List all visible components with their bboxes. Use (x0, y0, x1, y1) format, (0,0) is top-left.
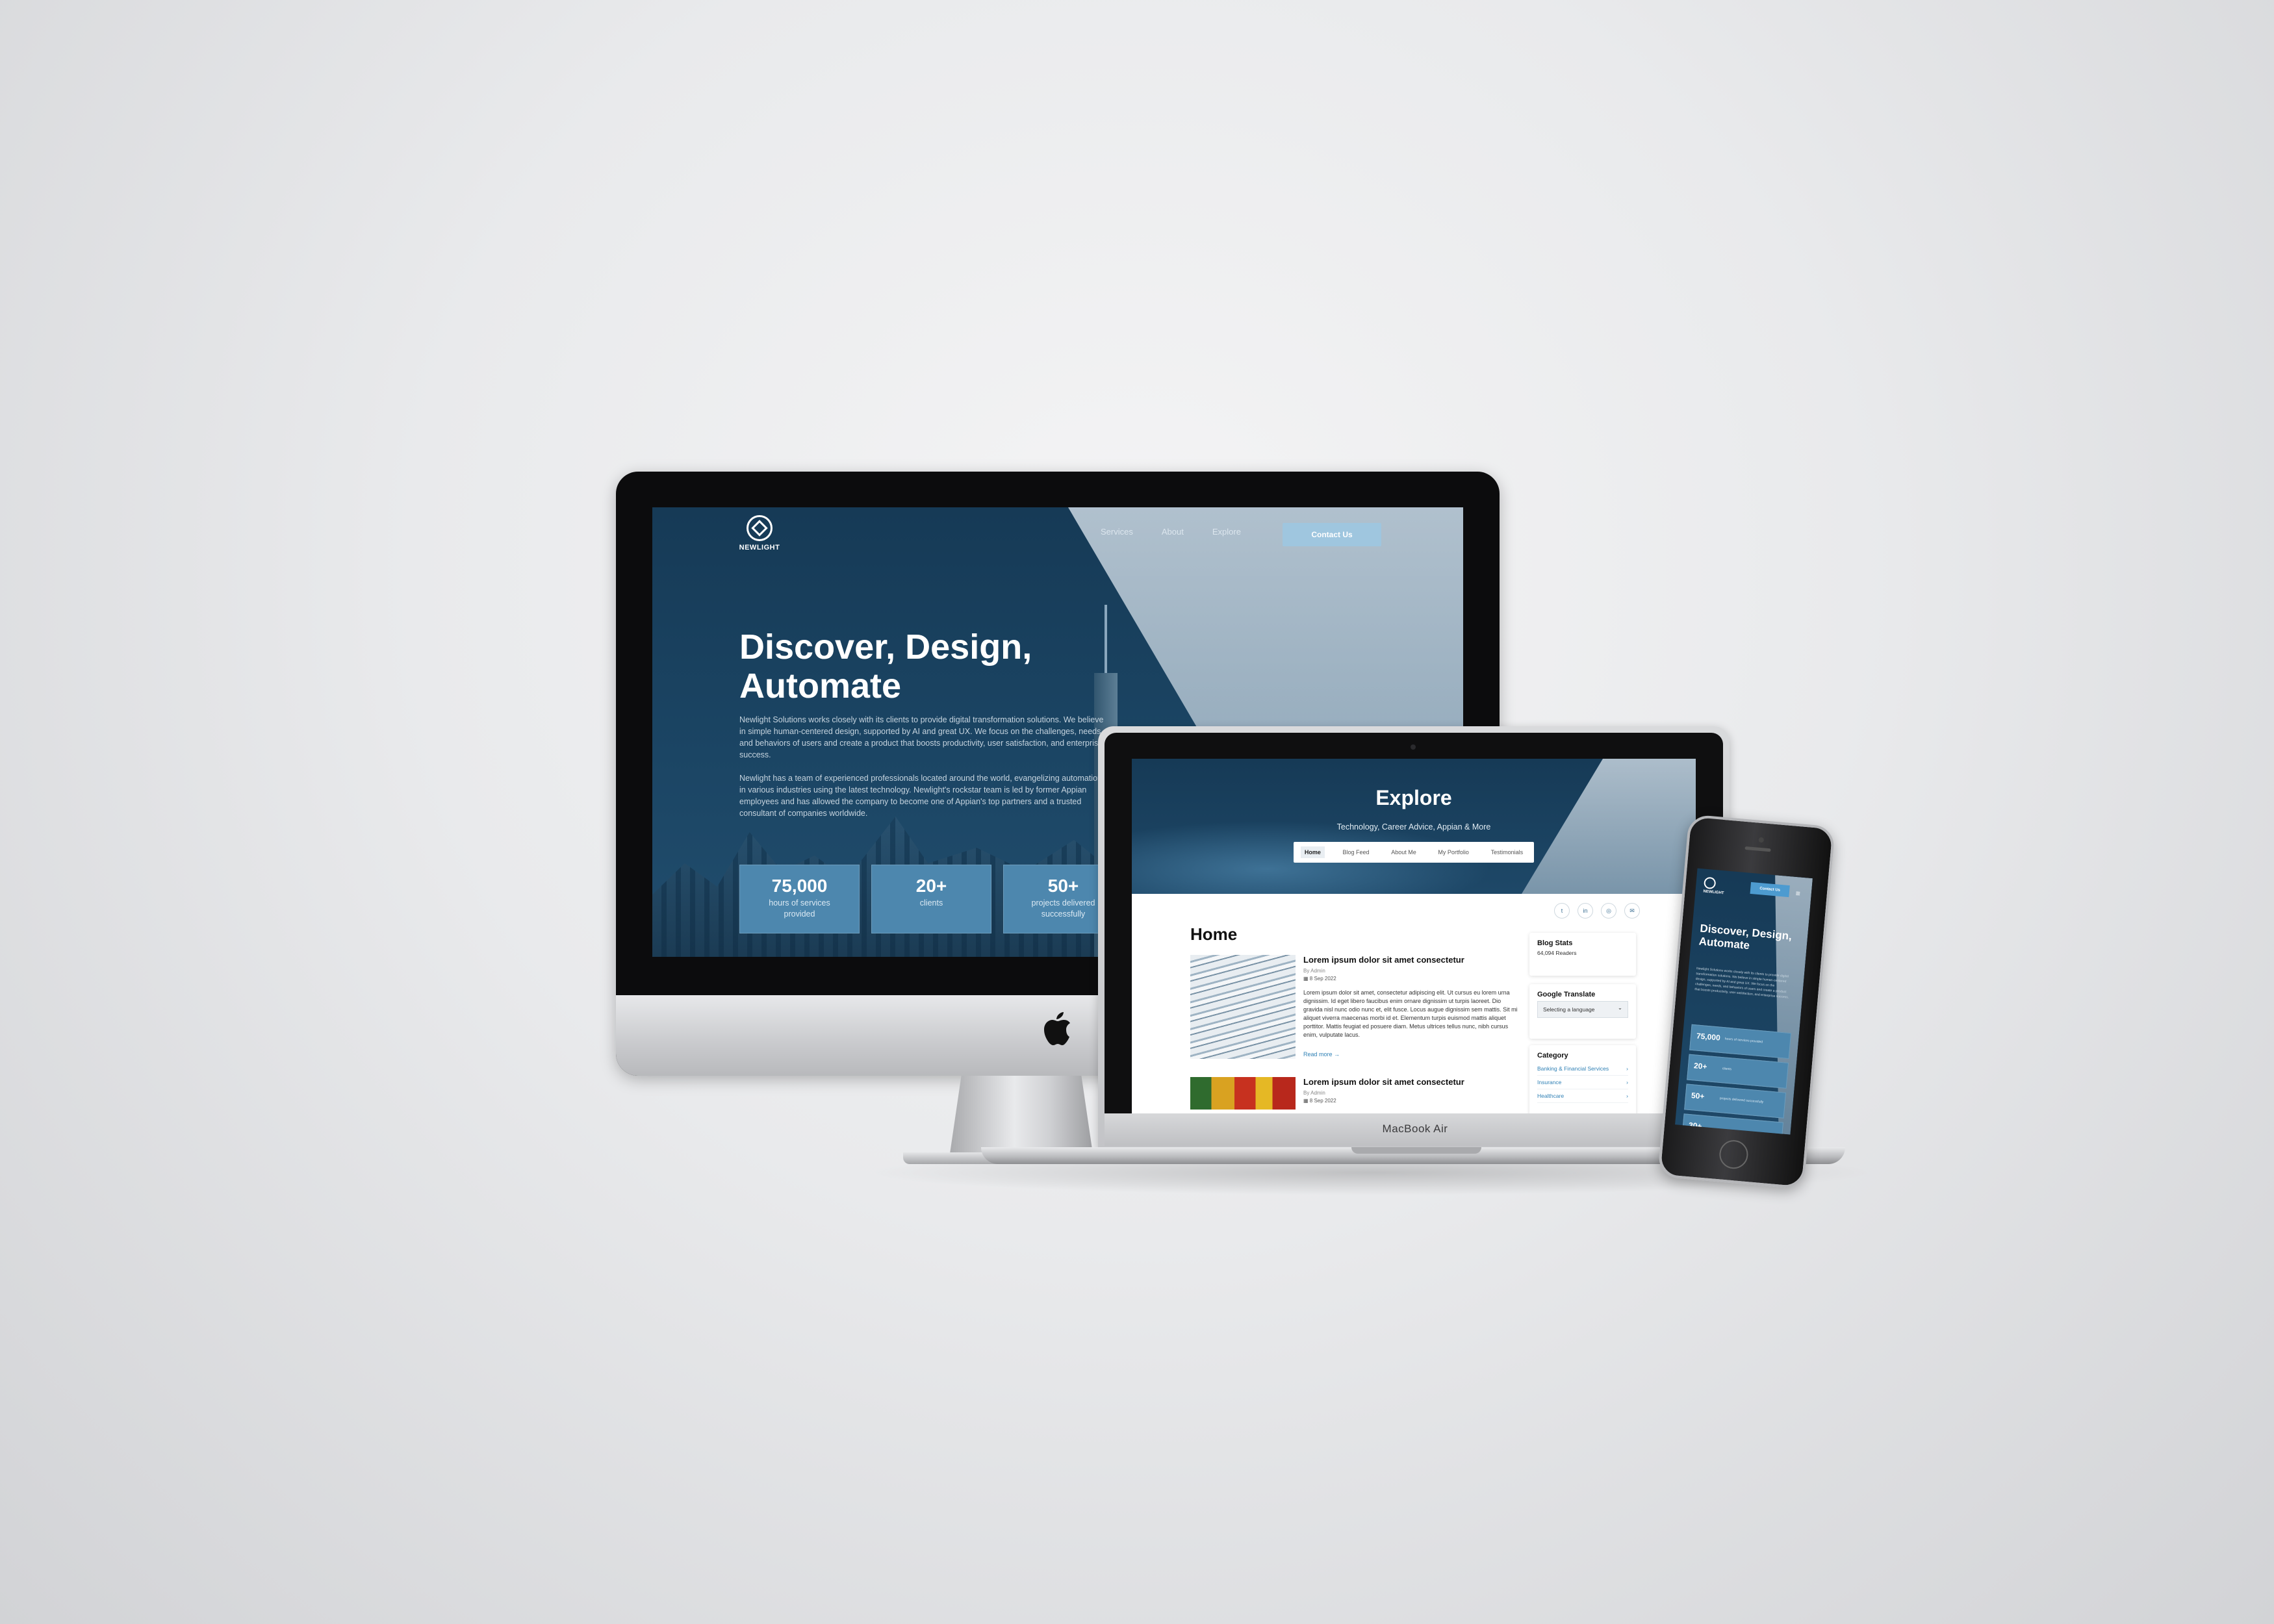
nav-explore[interactable]: Explore (1212, 527, 1241, 537)
post-date: ▦ 8 Sep 2022 (1303, 1098, 1336, 1104)
macbook-camera (1411, 744, 1416, 750)
google-translate-title: Google Translate (1537, 991, 1596, 998)
stat-number: 30+ (1688, 1121, 1702, 1131)
main-nav: Services About Explore (1101, 527, 1241, 537)
stat-label: clients (919, 898, 943, 907)
post-date: ▦ 8 Sep 2022 (1303, 976, 1336, 982)
tab-testimonials[interactable]: Testimonials (1487, 846, 1527, 858)
post-date-text: 8 Sep 2022 (1309, 1098, 1336, 1104)
stat-label: hours of services provided (1724, 1037, 1763, 1045)
iphone-screen: NEWLIGHT Contact Us ≡ Discover, Design, … (1675, 868, 1813, 1135)
hamburger-menu-icon[interactable]: ≡ (1795, 889, 1800, 898)
post-author: By Admin (1303, 968, 1325, 974)
stat-number: 75,000 (771, 876, 828, 896)
newlight-logo[interactable]: NEWLIGHT (737, 515, 782, 552)
stat-card: 75,000 hours of services provided (1689, 1024, 1792, 1059)
category-title: Category (1537, 1052, 1568, 1059)
stat-label: clients (1722, 1067, 1732, 1072)
category-item[interactable]: Insurance › (1537, 1076, 1628, 1089)
imac-stand (950, 1076, 1093, 1154)
twitter-icon[interactable]: t (1554, 903, 1570, 919)
language-select[interactable]: Selecting a language (1537, 1000, 1628, 1018)
apple-logo-icon (1044, 1012, 1070, 1045)
email-icon[interactable]: ✉ (1624, 903, 1640, 919)
stat-number: 50+ (1691, 1091, 1706, 1101)
category-label: Insurance (1537, 1079, 1562, 1085)
stat-label: projects delivered successfully (1719, 1096, 1764, 1104)
chevron-right-icon: › (1626, 1093, 1628, 1099)
nav-services[interactable]: Services (1101, 527, 1133, 537)
post-title[interactable]: Lorem ipsum dolor sit amet consectetur (1303, 1077, 1518, 1087)
post-date-text: 8 Sep 2022 (1309, 976, 1336, 982)
iphone-speaker (1744, 846, 1771, 852)
post-thumbnail-fruit[interactable] (1190, 1077, 1296, 1110)
category-card: Category Banking & Financial Services › I… (1529, 1045, 1636, 1113)
logo-text: NEWLIGHT (739, 544, 780, 552)
stat-card: 20+ clients (1687, 1054, 1789, 1089)
blog-stats-title: Blog Stats (1537, 939, 1573, 947)
stat-number: 20+ (1693, 1061, 1708, 1072)
stat-number: 20+ (915, 876, 947, 896)
stat-number: 75,000 (1696, 1031, 1721, 1043)
hero-paragraph-2: Newlight has a team of experienced profe… (739, 774, 1102, 818)
stat-card-clients: 20+ clients (871, 865, 991, 933)
newlight-logo-icon (1703, 876, 1717, 890)
read-more-link[interactable]: Read more → (1303, 1051, 1340, 1058)
blog-stats-value: 64,094 Readers (1537, 950, 1577, 956)
post-author: By Admin (1303, 1090, 1325, 1096)
macbook-notch (1351, 1147, 1481, 1154)
contact-us-button[interactable]: Contact Us (1283, 523, 1381, 546)
tab-home[interactable]: Home (1300, 846, 1325, 858)
category-label: Banking & Financial Services (1537, 1065, 1609, 1072)
logo-text: NEWLIGHT (1703, 889, 1724, 896)
macbook-screen: Explore Technology, Career Advice, Appia… (1132, 759, 1696, 1113)
category-item[interactable]: Banking & Financial Services › (1537, 1062, 1628, 1076)
iphone-frame: NEWLIGHT Contact Us ≡ Discover, Design, … (1657, 814, 1835, 1189)
chevron-right-icon: › (1626, 1065, 1628, 1072)
newlight-logo-icon (747, 515, 773, 541)
stat-card: 50+ projects delivered successfully (1684, 1084, 1787, 1119)
category-item[interactable]: Healthcare › (1537, 1089, 1628, 1103)
social-links: t in ◎ ✉ (1554, 903, 1640, 919)
iphone-home-button[interactable] (1718, 1139, 1750, 1171)
nav-about[interactable]: About (1162, 527, 1184, 537)
contact-us-button[interactable]: Contact Us (1750, 882, 1790, 898)
explore-hero: Explore Technology, Career Advice, Appia… (1132, 759, 1696, 894)
section-title: Home (1190, 924, 1238, 944)
tab-about-me[interactable]: About Me (1387, 846, 1420, 858)
blog-stats-card: Blog Stats 64,094 Readers (1529, 933, 1636, 976)
tower-spire (1105, 605, 1107, 676)
instagram-icon[interactable]: ◎ (1601, 903, 1616, 919)
iphone-camera (1758, 837, 1765, 843)
category-label: Healthcare (1537, 1093, 1565, 1099)
post-title[interactable]: Lorem ipsum dolor sit amet consectetur (1303, 955, 1518, 965)
post-excerpt: Lorem ipsum dolor sit amet, consectetur … (1303, 989, 1518, 1038)
hero-paragraph-1: Newlight Solutions works closely with it… (739, 715, 1104, 759)
explore-title: Explore (1375, 786, 1452, 809)
tab-blog-feed[interactable]: Blog Feed (1339, 846, 1373, 858)
arrow-right-icon: → (1334, 1051, 1340, 1058)
blog-tabs: Home Blog Feed About Me My Portfolio Tes… (1294, 842, 1534, 863)
newlight-logo[interactable]: NEWLIGHT (1703, 876, 1725, 896)
read-more-text: Read more (1303, 1051, 1333, 1058)
post-thumbnail-newspapers[interactable] (1190, 955, 1296, 1059)
macbook-label: MacBook Air (1382, 1123, 1448, 1135)
hero-title: Discover, Design, Automate (739, 628, 1032, 705)
chevron-right-icon: › (1626, 1079, 1628, 1085)
linkedin-icon[interactable]: in (1578, 903, 1593, 919)
google-translate-card: Google Translate Selecting a language (1529, 984, 1636, 1039)
stat-card-hours: 75,000 hours of services provided (739, 865, 860, 933)
stat-label: hours of services provided (769, 898, 830, 919)
tab-my-portfolio[interactable]: My Portfolio (1434, 846, 1473, 858)
explore-subtitle: Technology, Career Advice, Appian & More (1336, 822, 1491, 831)
